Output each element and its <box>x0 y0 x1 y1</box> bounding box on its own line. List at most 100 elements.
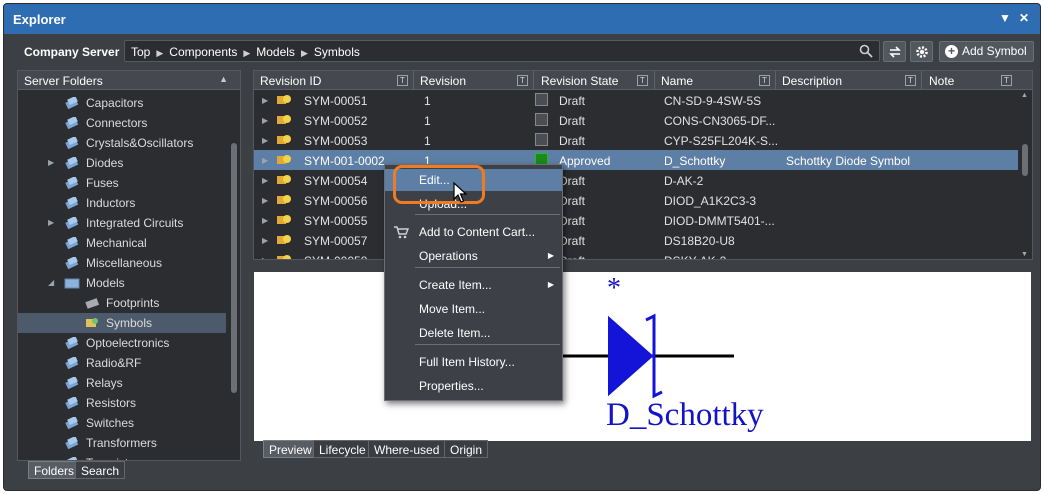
state-color-swatch <box>535 133 548 146</box>
folder-item[interactable]: Transformers <box>18 433 226 453</box>
refresh-button[interactable] <box>883 41 906 62</box>
symbol-item-icon <box>277 175 291 184</box>
expand-icon[interactable]: ▶ <box>48 218 54 227</box>
tab-folders[interactable]: Folders <box>28 461 81 479</box>
folder-item[interactable]: Mechanical <box>18 233 226 253</box>
folder-item[interactable]: Capacitors <box>18 93 226 113</box>
expand-icon[interactable]: ▶ <box>262 156 268 165</box>
refresh-icon <box>888 46 901 58</box>
scrollbar[interactable] <box>231 143 237 393</box>
folder-item[interactable]: Crystals&Oscillators <box>18 133 226 153</box>
expand-icon[interactable]: ▶ <box>262 116 268 125</box>
filter-icon[interactable]: T <box>905 75 916 86</box>
menu-item[interactable]: Create Item... ▶ <box>385 274 562 296</box>
menu-item[interactable]: Operations ▶ <box>385 245 562 267</box>
column-revision-id[interactable]: Revision ID <box>260 74 321 88</box>
menu-item[interactable]: Delete Item... <box>385 322 562 344</box>
folder-item[interactable]: Symbols <box>18 313 226 333</box>
table-row[interactable]: ▶ SYM-00053 1 Draft CYP-S25FL204K-S... <box>254 130 1018 150</box>
filter-icon[interactable]: T <box>637 75 648 86</box>
expand-icon[interactable]: ▶ <box>262 196 268 205</box>
grid-scrollbar[interactable]: ▲ ▼ <box>1018 90 1032 259</box>
column-divider[interactable] <box>921 71 922 90</box>
folder-item[interactable]: Inductors <box>18 193 226 213</box>
table-row[interactable]: ▶SYM-000541DraftD-AK-2 <box>254 170 1018 190</box>
menu-item[interactable]: Full Item History... <box>385 351 562 373</box>
folder-item[interactable]: Resistors <box>18 393 226 413</box>
cell-revision-state: Approved <box>559 154 611 168</box>
scroll-down-icon[interactable]: ▼ <box>1021 251 1028 258</box>
folder-item[interactable]: Miscellaneous <box>18 253 226 273</box>
folder-item[interactable]: ▶ Diodes <box>18 153 226 173</box>
column-divider[interactable] <box>533 71 534 90</box>
expand-icon[interactable]: ▶ <box>262 176 268 185</box>
expand-icon[interactable]: ▶ <box>262 256 268 259</box>
folder-item[interactable]: Relays <box>18 373 226 393</box>
tab-origin[interactable]: Origin <box>444 440 489 458</box>
search-icon[interactable] <box>859 44 873 58</box>
column-note[interactable]: Note <box>929 74 954 88</box>
folder-item[interactable]: Transistors <box>18 453 226 460</box>
folder-item[interactable]: ◢ Models <box>18 273 226 293</box>
expand-icon[interactable]: ▶ <box>262 216 268 225</box>
symbols-grid: Revision ID T Revision T Revision State … <box>253 70 1033 260</box>
breadcrumb-symbols[interactable]: Symbols <box>314 45 360 59</box>
expand-icon[interactable]: ▶ <box>262 96 268 105</box>
table-row[interactable]: ▶ SYM-00051 1 Draft CN-SD-9-4SW-5S <box>254 90 1018 110</box>
tab-preview[interactable]: Preview <box>263 440 318 458</box>
add-symbol-button[interactable]: + Add Symbol <box>939 41 1034 62</box>
server-selector[interactable]: Company Server▼ <box>24 45 130 59</box>
column-divider[interactable] <box>413 71 414 90</box>
expand-icon[interactable]: ▶ <box>262 236 268 245</box>
table-row[interactable]: ▶SYM-000551DraftDIOD-DMMT5401-... <box>254 210 1018 230</box>
folder-label: Capacitors <box>86 96 144 110</box>
breadcrumb-components[interactable]: Components <box>169 45 237 59</box>
scroll-thumb[interactable] <box>1022 144 1028 176</box>
breadcrumb-top[interactable]: Top <box>131 45 150 59</box>
collapse-icon[interactable]: ◢ <box>48 278 54 287</box>
filter-icon[interactable]: T <box>517 75 528 86</box>
folder-item[interactable]: Optoelectronics <box>18 333 226 353</box>
scroll-up-icon[interactable]: ▲ <box>1021 92 1028 99</box>
table-row[interactable]: ▶SYM-000561DraftDIOD_A1K2C3-3 <box>254 190 1018 210</box>
column-revision[interactable]: Revision <box>420 74 466 88</box>
close-icon[interactable]: ✕ <box>1016 10 1032 26</box>
folder-item[interactable]: Radio&RF <box>18 353 226 373</box>
folder-label: Fuses <box>86 176 119 190</box>
breadcrumb[interactable]: Top ▶ Components ▶ Models ▶ Symbols <box>124 40 880 62</box>
column-name[interactable]: Name <box>661 74 693 88</box>
cell-revision-id: SYM-00054 <box>304 174 368 188</box>
folder-item[interactable]: ▶ Integrated Circuits <box>18 213 226 233</box>
sort-up-icon[interactable]: ▲ <box>219 74 228 84</box>
tab-where-used[interactable]: Where-used <box>368 440 446 458</box>
dropdown-icon[interactable]: ▼ <box>997 10 1013 26</box>
breadcrumb-models[interactable]: Models <box>256 45 295 59</box>
column-divider[interactable] <box>654 71 655 90</box>
table-row[interactable]: ▶ SYM-00052 1 Draft CONS-CN3065-DF... <box>254 110 1018 130</box>
folder-label: Resistors <box>86 396 137 410</box>
title-bar[interactable]: Explorer ▼ ✕ <box>4 4 1040 34</box>
window-title: Explorer <box>13 12 66 27</box>
filter-icon[interactable]: T <box>759 75 770 86</box>
folder-item[interactable]: Connectors <box>18 113 226 133</box>
table-row[interactable]: ▶SYM-000581DraftDSKY-AK-2 <box>254 250 1018 259</box>
column-divider[interactable] <box>775 71 776 90</box>
expand-icon[interactable]: ▶ <box>262 136 268 145</box>
menu-item[interactable]: Add to Content Cart... <box>385 221 562 243</box>
tab-lifecycle[interactable]: Lifecycle <box>313 440 372 458</box>
filter-icon[interactable]: T <box>397 75 408 86</box>
menu-item[interactable]: Move Item... <box>385 298 562 320</box>
filter-icon[interactable]: T <box>1001 75 1012 86</box>
folder-item[interactable]: Fuses <box>18 173 226 193</box>
expand-icon[interactable]: ▶ <box>48 158 54 167</box>
settings-button[interactable] <box>910 41 933 62</box>
tab-search[interactable]: Search <box>75 461 126 479</box>
column-description[interactable]: Description <box>782 74 842 88</box>
menu-item[interactable]: Properties... <box>385 375 562 397</box>
folder-item[interactable]: Switches <box>18 413 226 433</box>
folder-item[interactable]: Footprints <box>18 293 226 313</box>
column-revision-state[interactable]: Revision State <box>541 74 618 88</box>
table-row[interactable]: ▶ SYM-001-0002 1 Approved D_Schottky Schottky… <box>254 150 1018 170</box>
cell-description: Schottky Diode Symbol <box>786 154 911 168</box>
table-row[interactable]: ▶SYM-000571DraftDS18B20-U8 <box>254 230 1018 250</box>
